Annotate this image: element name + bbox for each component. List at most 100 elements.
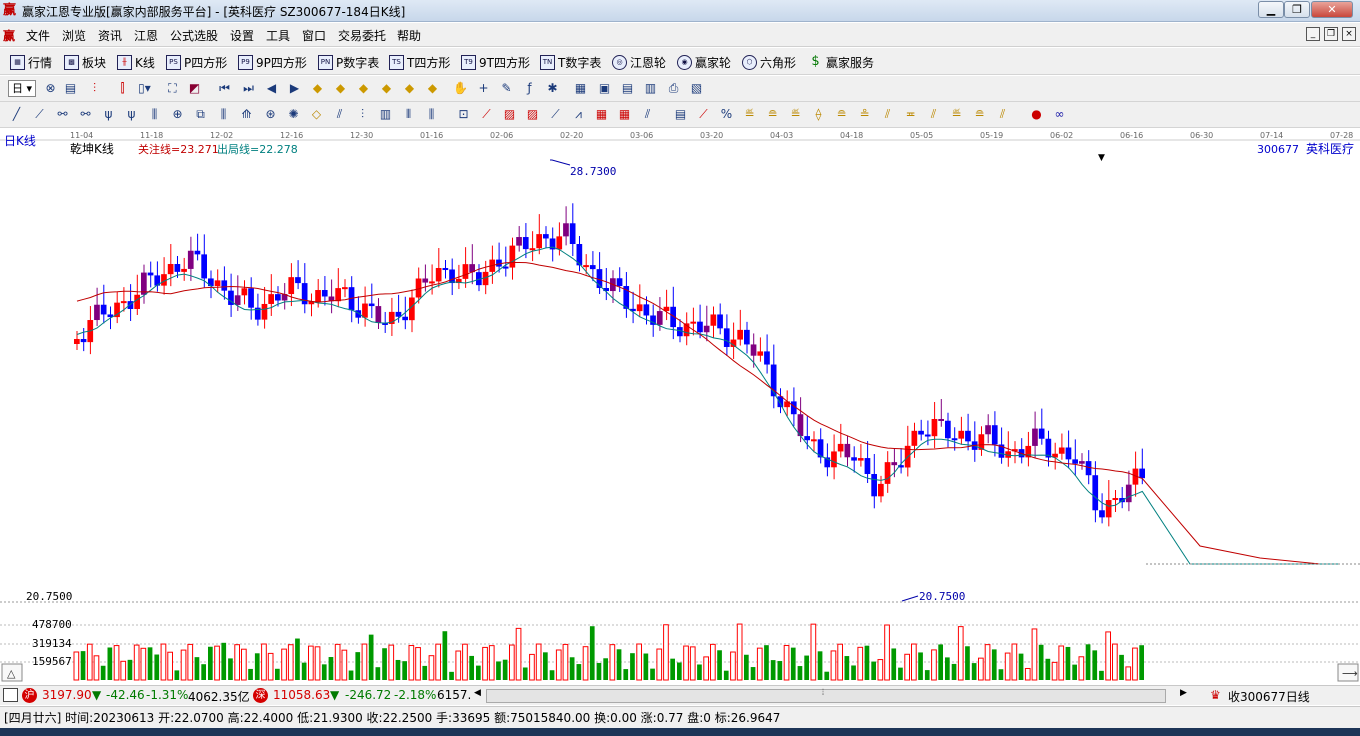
menu-tools[interactable]: 工具 <box>266 27 290 44</box>
candle-body[interactable] <box>1105 500 1112 518</box>
candle-body[interactable] <box>221 280 228 291</box>
candle-body[interactable] <box>529 248 536 251</box>
candle-body[interactable] <box>1038 428 1045 439</box>
menu-app-icon[interactable]: 赢 <box>3 27 15 44</box>
candle-body[interactable] <box>214 280 221 287</box>
candle-body[interactable] <box>462 264 469 279</box>
list-icon[interactable]: ▤ <box>672 106 689 123</box>
candle-body[interactable] <box>362 303 368 318</box>
kline-chart[interactable]: 11-04 11-18 12-02 12-16 12-30 01-16 02-06 02-20… <box>0 128 1360 684</box>
candle-body[interactable] <box>717 314 723 329</box>
candle-body[interactable] <box>837 443 844 452</box>
candle-body[interactable] <box>844 443 851 458</box>
table-small-icon[interactable] <box>3 688 18 702</box>
angle2-icon[interactable]: ▨ <box>501 106 518 123</box>
gann10-icon[interactable]: ≝ <box>948 106 965 123</box>
close-button[interactable]: ✕ <box>1311 1 1353 18</box>
gann1-icon[interactable]: ≝ <box>741 106 758 123</box>
candle-body[interactable] <box>1032 428 1038 446</box>
candle-body[interactable] <box>616 278 623 287</box>
play-end-icon[interactable]: ⏭ <box>240 80 257 97</box>
time-icon[interactable]: ⩘ <box>570 106 587 123</box>
candle-body[interactable] <box>924 434 931 437</box>
menu-news[interactable]: 资讯 <box>98 27 122 44</box>
candle-body[interactable] <box>1139 468 1145 479</box>
line-icon[interactable]: ╱ <box>8 106 25 123</box>
candle-body[interactable] <box>690 321 697 324</box>
candle-body[interactable] <box>965 430 971 442</box>
toolbar-pnumber-button[interactable]: PN P数字表 <box>318 52 379 72</box>
angle1-icon[interactable]: ⟋ <box>478 106 495 123</box>
candle-body[interactable] <box>1099 510 1105 518</box>
diamond2-icon[interactable]: ◆ <box>332 80 349 97</box>
play-first-icon[interactable]: ⏮ <box>216 80 233 97</box>
print-icon[interactable]: ⎙ <box>665 80 682 97</box>
note-icon[interactable]: ▤ <box>619 80 636 97</box>
candle-body[interactable] <box>643 304 650 316</box>
zoom-icon[interactable]: ⛶ <box>164 80 181 97</box>
menu-help[interactable]: 帮助 <box>397 27 421 44</box>
candle-body[interactable] <box>1092 475 1099 511</box>
candle-body[interactable] <box>750 344 757 356</box>
candle-body[interactable] <box>261 303 268 320</box>
menu-file[interactable]: 文件 <box>26 27 50 44</box>
candle-body[interactable] <box>589 265 596 270</box>
candle-body[interactable] <box>1058 447 1065 454</box>
mdi-close-icon[interactable]: × <box>1342 27 1356 41</box>
gann6-icon[interactable]: ≗ <box>856 106 873 123</box>
candle-body[interactable] <box>295 277 301 284</box>
candle-body[interactable] <box>449 269 455 284</box>
grid2-icon[interactable]: ψ <box>100 106 117 123</box>
grid4-icon[interactable]: ⫼ <box>146 106 163 123</box>
grid3-icon[interactable]: ψ <box>123 106 140 123</box>
toolbar-quotes-button[interactable]: ▦ 行情 <box>10 52 52 72</box>
right-icon[interactable]: ▶ <box>286 80 303 97</box>
text-icon[interactable]: ⫴ <box>400 106 417 123</box>
candle-body[interactable] <box>1065 447 1072 460</box>
candle-body[interactable] <box>723 328 730 347</box>
candle-body[interactable] <box>275 294 281 301</box>
tri-icon[interactable]: ◇ <box>308 106 325 123</box>
menu-formula[interactable]: 公式选股 <box>170 27 218 44</box>
candle-body[interactable] <box>208 278 214 287</box>
candle-body[interactable] <box>201 254 207 279</box>
toolbar-9tsquare-button[interactable]: T9 9T四方形 <box>461 52 530 72</box>
candle-body[interactable] <box>181 268 187 272</box>
draw-icon[interactable]: ✎ <box>498 80 515 97</box>
color-icon[interactable]: ● <box>1028 106 1045 123</box>
toolbar-psquare-button[interactable]: PS P四方形 <box>166 52 227 72</box>
candle-body[interactable] <box>757 351 764 356</box>
gann12-icon[interactable]: ⫽ <box>994 106 1011 123</box>
candle-body[interactable] <box>536 234 542 249</box>
candle-body[interactable] <box>187 250 194 269</box>
gann11-icon[interactable]: ≘ <box>971 106 988 123</box>
candle-body[interactable] <box>871 474 877 497</box>
restore-button[interactable]: ❐ <box>1284 1 1310 18</box>
candle-body[interactable] <box>375 306 382 323</box>
gann4-icon[interactable]: ⟠ <box>810 106 827 123</box>
candle-body[interactable] <box>878 483 884 497</box>
candle-body[interactable] <box>522 237 529 250</box>
gann8-icon[interactable]: ≖ <box>902 106 919 123</box>
candle-body[interactable] <box>543 234 549 239</box>
candle-body[interactable] <box>911 430 918 446</box>
toolbar-winnerwheel-button[interactable]: ◉ 赢家轮 <box>677 52 731 72</box>
horizontal-scrollbar[interactable]: ⦙ <box>486 688 1166 703</box>
diamond1-icon[interactable]: ◆ <box>309 80 326 97</box>
star-icon[interactable]: ✺ <box>285 106 302 123</box>
box-icon[interactable]: ▥ <box>377 106 394 123</box>
calendar-icon[interactable]: ▦ <box>572 80 589 97</box>
candle-body[interactable] <box>134 294 140 310</box>
kline-icon[interactable]: ⫶ <box>86 80 103 97</box>
erase-icon[interactable]: ⊡ <box>455 106 472 123</box>
menu-trade[interactable]: 交易委托 <box>338 27 386 44</box>
diamond6-icon[interactable]: ◆ <box>424 80 441 97</box>
candle-body[interactable] <box>94 304 100 321</box>
candle-body[interactable] <box>335 288 341 302</box>
fx-icon[interactable]: ƒ <box>521 80 538 97</box>
loop-icon[interactable]: ∞ <box>1051 106 1068 123</box>
candle-body[interactable] <box>569 223 576 245</box>
mdi-restore-icon[interactable]: ❐ <box>1324 27 1338 41</box>
candle-body[interactable] <box>100 304 107 315</box>
candle-body[interactable] <box>442 268 449 271</box>
